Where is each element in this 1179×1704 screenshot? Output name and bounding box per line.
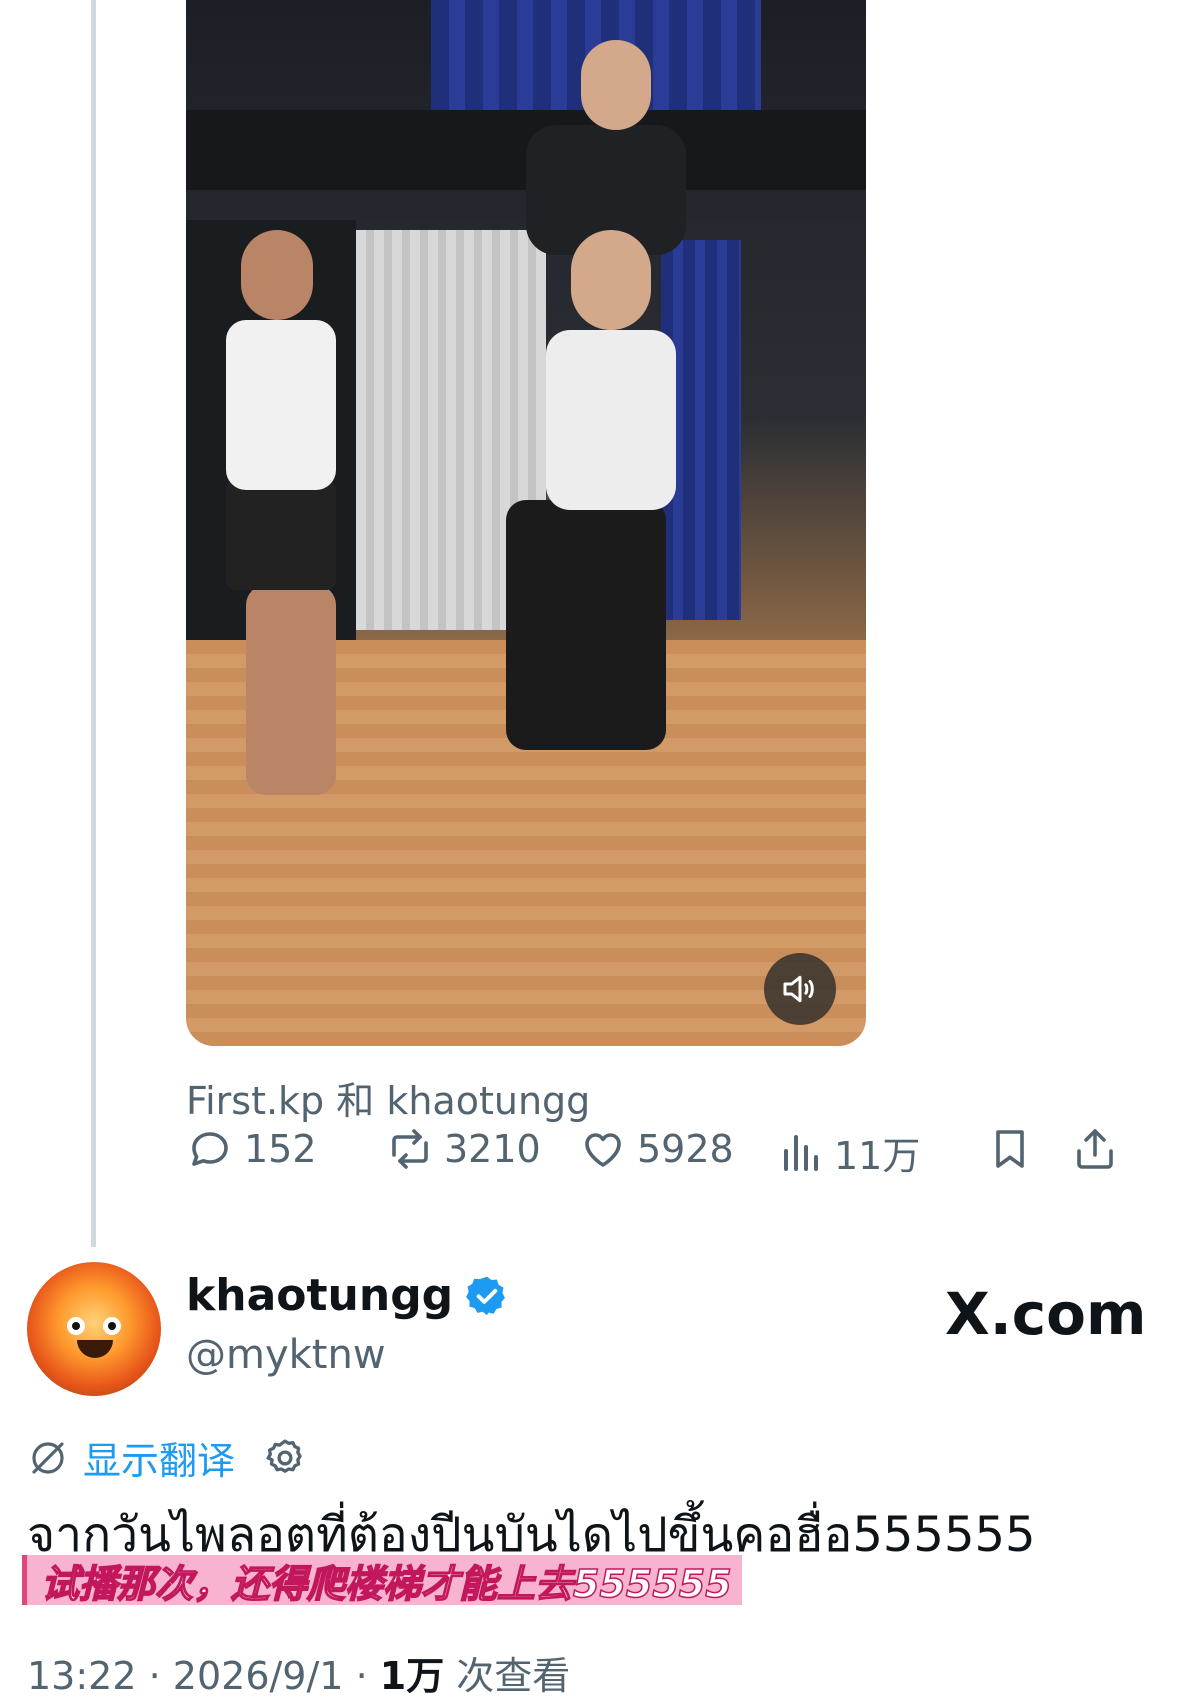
- meta-separator: ·: [355, 1654, 368, 1698]
- bookmark-button[interactable]: [986, 1125, 1034, 1173]
- action-bar: 152 3210 5928 11万: [186, 1125, 1156, 1185]
- repost-button[interactable]: 3210: [386, 1125, 541, 1173]
- video-person-2-body: [546, 330, 676, 510]
- post-date[interactable]: 2026/9/1: [173, 1654, 344, 1698]
- like-count: 5928: [637, 1127, 734, 1171]
- like-button[interactable]: 5928: [579, 1125, 734, 1173]
- post-meta: 13:22 · 2026/9/1 · 1万 次查看: [27, 1645, 570, 1700]
- gear-icon[interactable]: [263, 1436, 307, 1480]
- reply-button[interactable]: 152: [186, 1125, 317, 1173]
- video-person-2-head: [571, 230, 651, 330]
- quoted-attribution[interactable]: First.kp 和 khaotungg: [186, 1070, 590, 1125]
- reply-icon: [192, 1132, 228, 1166]
- video-person-1-head: [241, 230, 313, 320]
- author-display-name[interactable]: khaotungg: [186, 1270, 453, 1321]
- share-button[interactable]: [1071, 1125, 1119, 1173]
- view-label: 次查看: [456, 1654, 571, 1698]
- translate-icon: [32, 1441, 64, 1474]
- avatar-eye-right: [103, 1317, 121, 1335]
- thread-line: [91, 0, 96, 1247]
- show-translation-link[interactable]: 显示翻译: [83, 1430, 235, 1485]
- author-handle[interactable]: @myktnw: [186, 1332, 386, 1378]
- video-person-1-legs: [246, 585, 336, 795]
- views-button[interactable]: 11万: [776, 1125, 920, 1180]
- meta-separator: ·: [148, 1654, 161, 1698]
- avatar-eye-left: [67, 1317, 85, 1335]
- x-watermark-text: X.com: [945, 1280, 1147, 1348]
- author-name-row[interactable]: khaotungg: [186, 1270, 509, 1321]
- like-icon: [585, 1133, 621, 1167]
- post-time[interactable]: 13:22: [27, 1654, 137, 1698]
- video-person-1-body: [226, 320, 336, 490]
- verified-badge-icon: [466, 1276, 506, 1315]
- bookmark-icon: [996, 1130, 1024, 1168]
- avatar-mouth: [77, 1340, 113, 1358]
- view-count: 1万: [379, 1654, 445, 1698]
- reply-count: 152: [244, 1127, 317, 1171]
- avatar[interactable]: [27, 1262, 161, 1396]
- x-watermark: X.com: [945, 1280, 1146, 1348]
- repost-count: 3210: [444, 1127, 541, 1171]
- video-person-3-head: [581, 40, 651, 130]
- video-person-2-pants: [506, 500, 666, 750]
- views-icon: [784, 1134, 818, 1171]
- repost-icon: [392, 1129, 428, 1169]
- volume-button[interactable]: [764, 953, 836, 1025]
- translate-row: 显示翻译: [27, 1430, 307, 1485]
- views-count: 11万: [834, 1134, 921, 1178]
- share-icon: [1077, 1129, 1113, 1169]
- translated-subtitle: 试播那次，还得爬楼梯才能上去555555: [22, 1555, 742, 1606]
- video-player[interactable]: [186, 0, 866, 1046]
- volume-icon: [783, 975, 814, 1003]
- video-person-1-shorts: [226, 480, 336, 590]
